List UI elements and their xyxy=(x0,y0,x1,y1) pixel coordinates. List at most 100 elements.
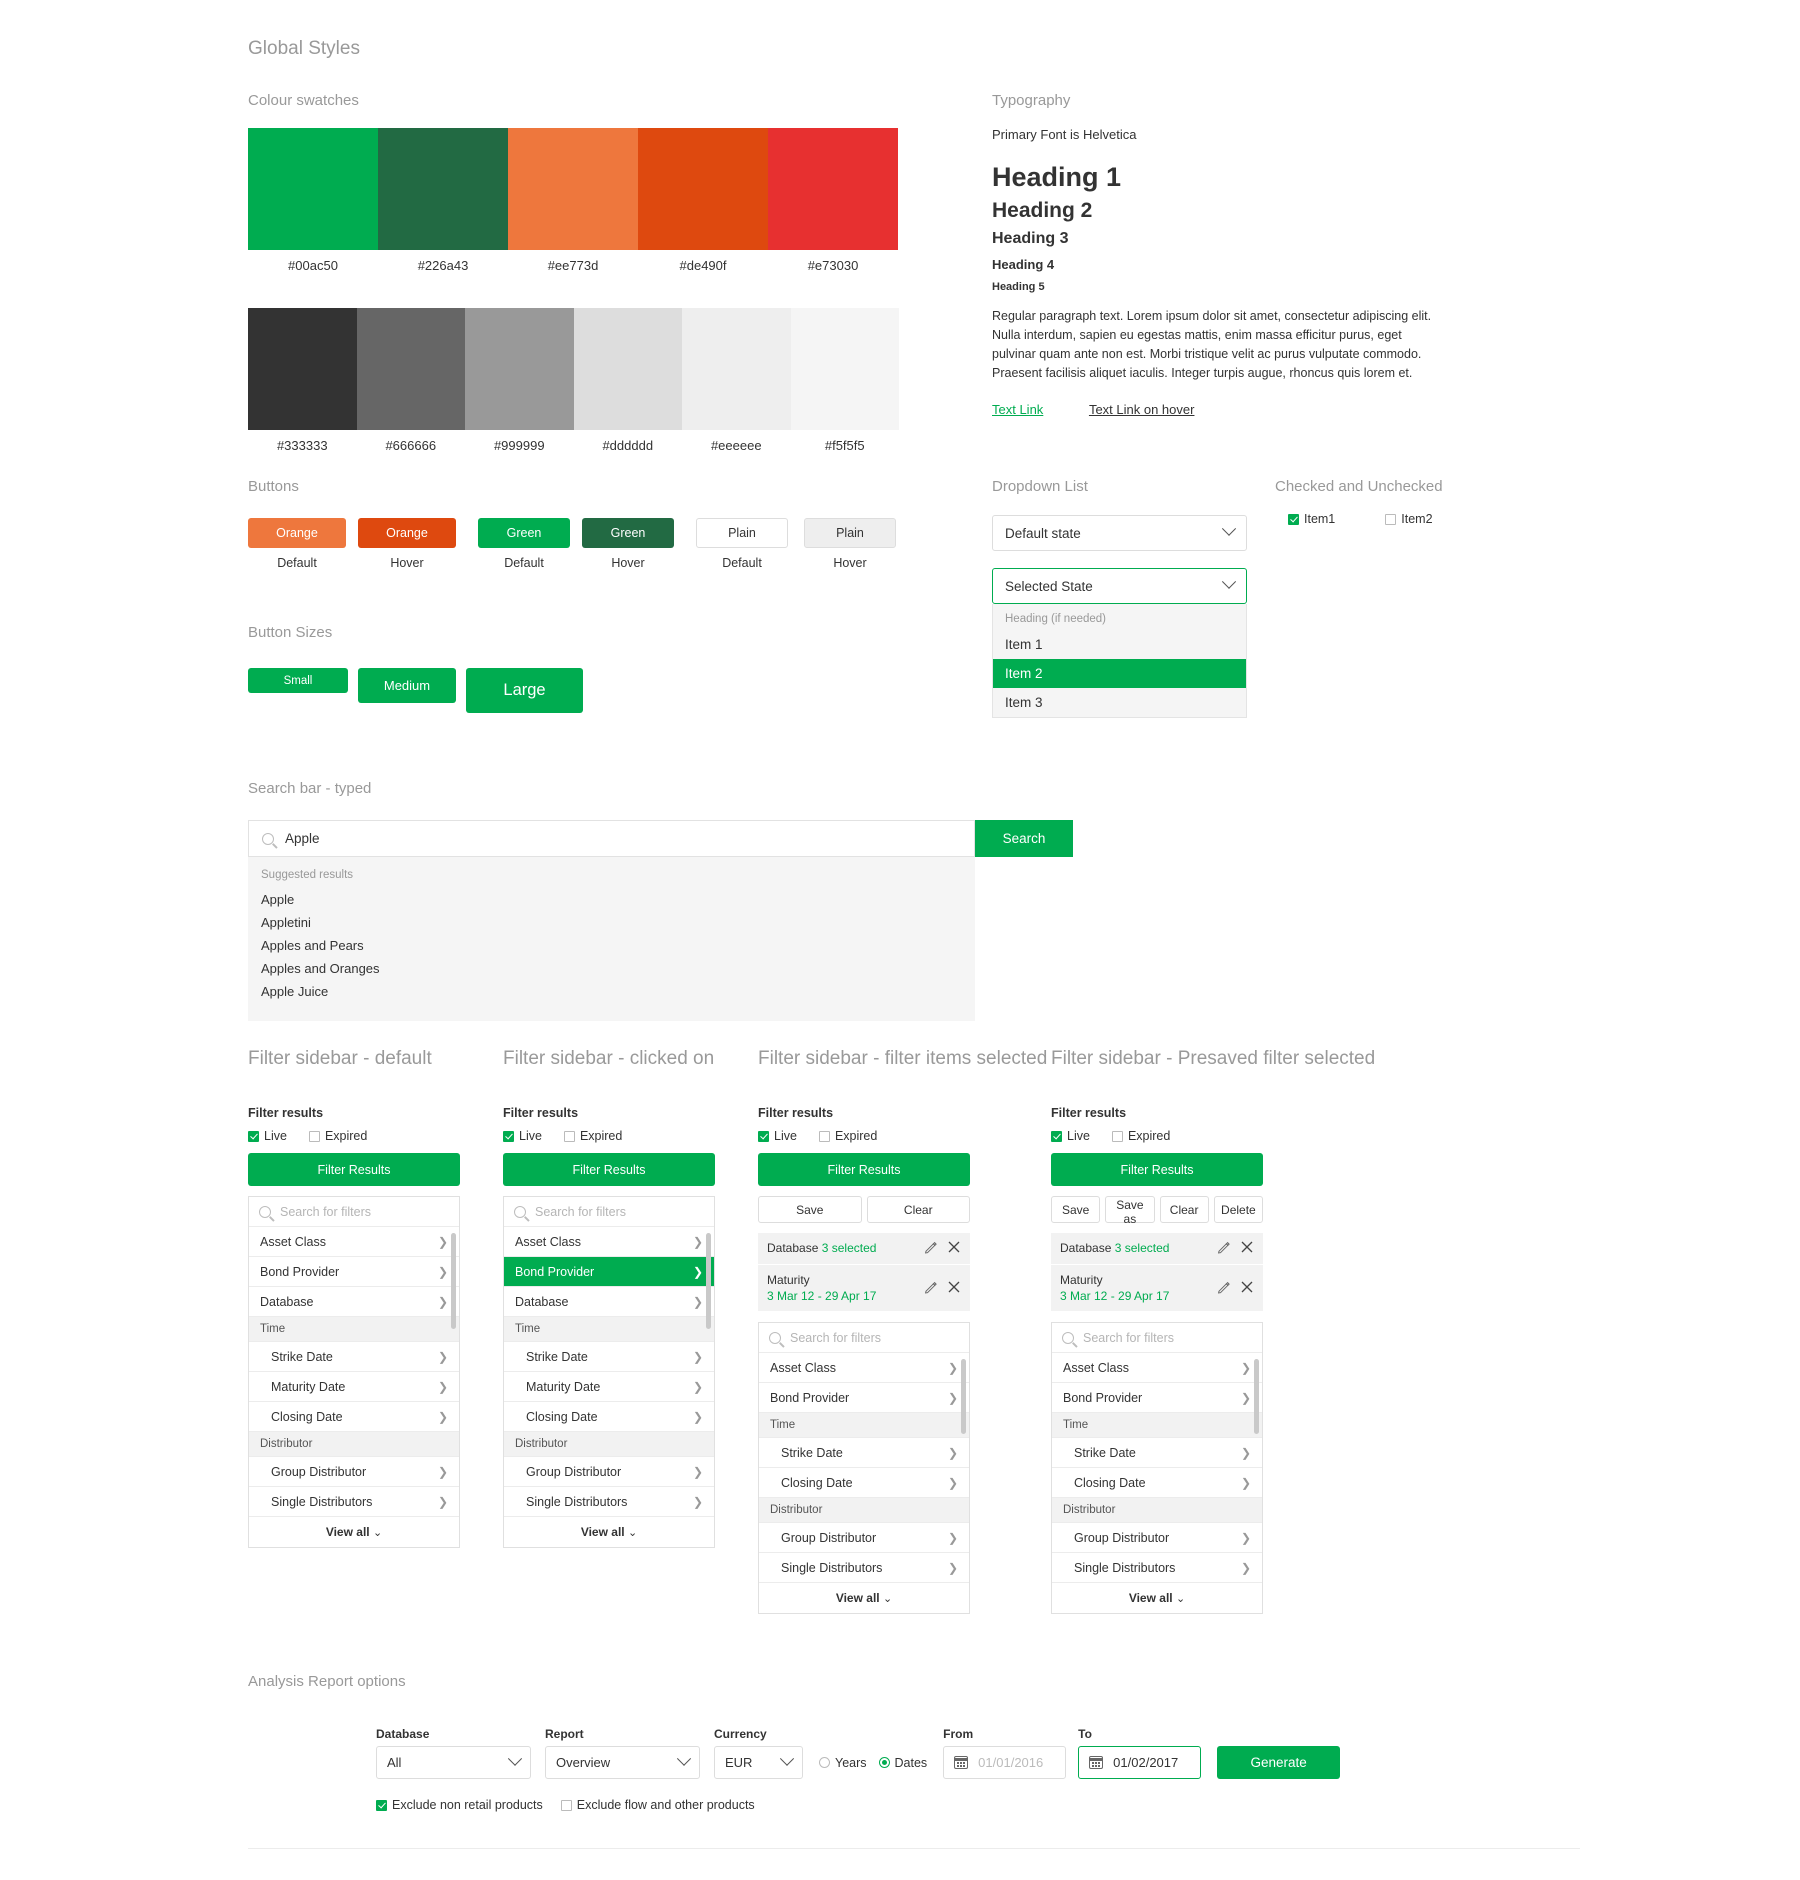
dropdown-default[interactable]: Default state xyxy=(992,515,1247,551)
radio-selected-icon[interactable] xyxy=(878,1757,890,1768)
view-all-toggle[interactable]: View all ⌄ xyxy=(504,1517,714,1547)
filter-list-item[interactable]: Asset Class ❯ xyxy=(504,1227,714,1257)
checkbox-unchecked-icon[interactable] xyxy=(1111,1130,1123,1142)
checkbox-unchecked-icon[interactable] xyxy=(308,1130,320,1142)
filter-list-item[interactable]: Strike Date ❯ xyxy=(249,1342,459,1372)
filter-list-scrollbar[interactable] xyxy=(961,1359,966,1435)
expired-checkbox[interactable]: Expired xyxy=(308,1129,367,1143)
filter-list-item[interactable]: Database ❯ xyxy=(504,1287,714,1317)
close-icon[interactable] xyxy=(1240,1240,1254,1257)
suggestion-item[interactable]: Apples and Oranges xyxy=(248,957,975,980)
filter-list-scrollbar[interactable] xyxy=(451,1233,456,1329)
filter-list-item[interactable]: Group Distributor ❯ xyxy=(1052,1523,1262,1554)
checkbox-unchecked-icon[interactable] xyxy=(1385,513,1397,525)
save-button[interactable]: Save xyxy=(758,1196,862,1223)
delete-button[interactable]: Delete xyxy=(1213,1196,1263,1223)
filter-search-input[interactable]: Search for filters xyxy=(1052,1323,1262,1354)
large-button[interactable]: Large xyxy=(466,668,583,713)
to-date-input[interactable]: 01/02/2017 xyxy=(1078,1746,1202,1779)
filter-list-item[interactable]: Closing Date ❯ xyxy=(1052,1468,1262,1499)
filter-list-item[interactable]: Asset Class ❯ xyxy=(759,1353,969,1384)
filter-list-item[interactable]: Closing Date ❯ xyxy=(504,1402,714,1432)
report-select[interactable]: Overview xyxy=(545,1746,700,1779)
checkbox-checked-icon[interactable] xyxy=(248,1130,259,1142)
filter-list-scrollbar[interactable] xyxy=(706,1233,711,1329)
checkbox-checked-icon[interactable] xyxy=(1051,1130,1062,1142)
checkbox-checked-icon[interactable] xyxy=(1288,513,1299,525)
checkbox-unchecked-icon[interactable] xyxy=(818,1130,830,1142)
filter-list-item[interactable]: Group Distributor ❯ xyxy=(759,1523,969,1554)
filter-list-item[interactable]: Single Distributors ❯ xyxy=(504,1487,714,1517)
filter-list-item[interactable]: Strike Date ❯ xyxy=(504,1342,714,1372)
live-checkbox[interactable]: Live xyxy=(503,1129,542,1143)
currency-select[interactable]: EUR xyxy=(714,1746,803,1779)
from-date-input[interactable]: 01/01/2016 xyxy=(943,1746,1067,1779)
close-icon[interactable] xyxy=(1240,1280,1254,1297)
text-link-default[interactable]: Text Link xyxy=(992,402,1043,417)
close-icon[interactable] xyxy=(947,1240,961,1257)
clear-button[interactable]: Clear xyxy=(866,1196,970,1223)
filter-results-button[interactable]: Filter Results xyxy=(503,1153,715,1186)
expired-checkbox[interactable]: Expired xyxy=(1111,1129,1170,1143)
filter-search-input[interactable]: Search for filters xyxy=(249,1197,459,1227)
filter-list-item[interactable]: Bond Provider ❯ xyxy=(249,1257,459,1287)
exclude-flow-checkbox[interactable]: Exclude flow and other products xyxy=(560,1798,755,1812)
green-default-button[interactable]: Green xyxy=(478,518,570,548)
filter-search-input[interactable]: Search for filters xyxy=(759,1323,969,1354)
filter-list-item[interactable]: Group Distributor ❯ xyxy=(504,1457,714,1487)
filter-list-item[interactable]: Single Distributors ❯ xyxy=(249,1487,459,1517)
filter-list-item[interactable]: Strike Date ❯ xyxy=(759,1438,969,1469)
orange-default-button[interactable]: Orange xyxy=(248,518,346,548)
radio-dates[interactable]: Dates xyxy=(878,1756,927,1770)
edit-pencil-icon[interactable] xyxy=(1217,1240,1231,1257)
filter-list-item[interactable]: Asset Class ❯ xyxy=(249,1227,459,1257)
checkbox-checked-icon[interactable] xyxy=(376,1799,387,1811)
filter-results-button[interactable]: Filter Results xyxy=(758,1153,970,1186)
close-icon[interactable] xyxy=(947,1280,961,1297)
filter-list-scrollbar[interactable] xyxy=(1254,1359,1259,1435)
suggestion-item[interactable]: Appletini xyxy=(248,911,975,934)
medium-button[interactable]: Medium xyxy=(358,668,456,703)
filter-list-item[interactable]: Bond Provider ❯ xyxy=(504,1257,714,1287)
filter-list-item[interactable]: Asset Class ❯ xyxy=(1052,1353,1262,1384)
search-input[interactable]: Apple xyxy=(248,820,975,857)
filter-results-button[interactable]: Filter Results xyxy=(248,1153,460,1186)
save-button[interactable]: Save xyxy=(1051,1196,1101,1223)
suggestion-item[interactable]: Apple xyxy=(248,888,975,911)
exclude-non-retail-checkbox[interactable]: Exclude non retail products xyxy=(376,1798,543,1812)
database-select[interactable]: All xyxy=(376,1746,531,1779)
edit-pencil-icon[interactable] xyxy=(924,1240,938,1257)
generate-button[interactable]: Generate xyxy=(1217,1746,1341,1779)
radio-unselected-icon[interactable] xyxy=(819,1757,830,1768)
orange-hover-button[interactable]: Orange xyxy=(358,518,456,548)
view-all-toggle[interactable]: View all ⌄ xyxy=(759,1583,969,1613)
edit-pencil-icon[interactable] xyxy=(1217,1280,1231,1297)
radio-years[interactable]: Years xyxy=(819,1756,867,1770)
expired-checkbox[interactable]: Expired xyxy=(563,1129,622,1143)
filter-results-button[interactable]: Filter Results xyxy=(1051,1153,1263,1186)
save-as-button[interactable]: Save as xyxy=(1105,1196,1155,1226)
dropdown-selected[interactable]: Selected State xyxy=(992,568,1247,604)
filter-list-item[interactable]: Closing Date ❯ xyxy=(249,1402,459,1432)
live-checkbox[interactable]: Live xyxy=(758,1129,797,1143)
filter-list-item[interactable]: Maturity Date ❯ xyxy=(249,1372,459,1402)
dropdown-option-item-3[interactable]: Item 3 xyxy=(993,688,1246,717)
filter-list-item[interactable]: Single Distributors ❯ xyxy=(1052,1553,1262,1584)
suggestion-item[interactable]: Apple Juice xyxy=(248,980,975,1003)
plain-default-button[interactable]: Plain xyxy=(696,518,788,548)
dropdown-option-item-1[interactable]: Item 1 xyxy=(993,630,1246,659)
small-button[interactable]: Small xyxy=(248,668,348,693)
checkbox-checked-icon[interactable] xyxy=(503,1130,514,1142)
checkbox-unchecked-icon[interactable] xyxy=(560,1799,572,1811)
filter-list-item[interactable]: Database ❯ xyxy=(249,1287,459,1317)
filter-search-input[interactable]: Search for filters xyxy=(504,1197,714,1227)
clear-button[interactable]: Clear xyxy=(1159,1196,1209,1223)
text-link-hover[interactable]: Text Link on hover xyxy=(1089,402,1195,417)
edit-pencil-icon[interactable] xyxy=(924,1280,938,1297)
filter-list-item[interactable]: Bond Provider ❯ xyxy=(759,1383,969,1414)
dropdown-option-item-2[interactable]: Item 2 xyxy=(993,659,1246,688)
view-all-toggle[interactable]: View all ⌄ xyxy=(1052,1583,1262,1613)
green-hover-button[interactable]: Green xyxy=(582,518,674,548)
filter-list-item[interactable]: Bond Provider ❯ xyxy=(1052,1383,1262,1414)
suggestion-item[interactable]: Apples and Pears xyxy=(248,934,975,957)
